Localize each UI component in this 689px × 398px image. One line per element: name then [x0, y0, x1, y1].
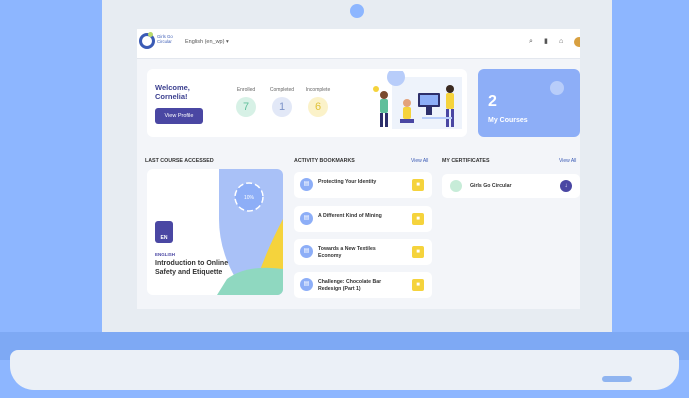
course-badge-icon: EN: [155, 221, 173, 243]
bookmark-item[interactable]: ▤ Protecting Your Identity ■: [294, 172, 432, 198]
stat-incomplete: Incomplete 6: [301, 87, 335, 117]
stat-enrolled: Enrolled 7: [229, 87, 263, 117]
bookmark-flag-icon[interactable]: ■: [412, 246, 424, 258]
logo-leaf-icon: [148, 32, 153, 37]
certificates-title: MY CERTIFICATES: [442, 158, 490, 164]
stat-value: 6: [308, 97, 328, 117]
bell-icon[interactable]: ⌂: [559, 38, 563, 46]
bookmark-flag-icon[interactable]: ■: [412, 179, 424, 191]
bookmark-title: A Different Kind of Mining: [318, 213, 382, 219]
course-title: Introduction to Online Safety and Etique…: [155, 260, 229, 276]
activity-icon: ▤: [300, 178, 313, 191]
activity-icon: ▤: [300, 245, 313, 258]
top-bar: Girls Go Circular English (en_wp) ▾ ⌕ ▮ …: [137, 29, 580, 59]
bookmarks-title: ACTIVITY BOOKMARKS: [294, 158, 355, 164]
logo-text[interactable]: Girls Go Circular: [157, 34, 179, 44]
view-profile-button[interactable]: View Profile: [155, 108, 203, 124]
welcome-title: Welcome, Cornelia!: [155, 83, 190, 101]
bookmark-flag-icon[interactable]: ■: [412, 213, 424, 225]
bookmark-title: Protecting Your Identity: [318, 179, 377, 185]
language-selector[interactable]: English (en_wp) ▾: [185, 39, 229, 45]
activity-icon: ▤: [300, 212, 313, 225]
course-progress: 10%: [244, 195, 255, 201]
stat-label: Incomplete: [305, 87, 331, 93]
app-screen: Girls Go Circular English (en_wp) ▾ ⌕ ▮ …: [137, 29, 580, 309]
stat-value: 7: [236, 97, 256, 117]
bookmark-flag-icon[interactable]: ■: [412, 279, 424, 291]
courses-count: 2: [488, 93, 497, 110]
stat-label: Enrolled: [236, 87, 256, 93]
certificate-item[interactable]: Girls Go Circular ↓: [442, 174, 580, 198]
courses-badge-icon: [550, 81, 564, 95]
search-icon[interactable]: ⌕: [529, 38, 533, 46]
welcome-card: Welcome, Cornelia! View Profile Enrolled…: [147, 69, 467, 137]
last-course-card[interactable]: 10% EN ENGLISH Introduction to Online Sa…: [147, 169, 283, 295]
stat-label: Completed: [269, 87, 295, 93]
bookmark-item[interactable]: ▤ Challenge: Chocolate Bar Redesign (Par…: [294, 272, 432, 298]
stat-completed: Completed 1: [265, 87, 299, 117]
activity-icon: ▤: [300, 278, 313, 291]
courses-label: My Courses: [488, 117, 528, 124]
bookmarks-view-all-link[interactable]: View All: [411, 158, 428, 164]
laptop-camera-notch: [350, 4, 364, 18]
my-courses-card[interactable]: 2 My Courses: [478, 69, 580, 137]
laptop-indicator: [602, 376, 632, 382]
certificates-view-all-link[interactable]: View All: [559, 158, 576, 164]
team-illustration: [373, 71, 462, 129]
certificate-icon: [450, 180, 462, 192]
course-language: ENGLISH: [155, 252, 176, 257]
user-avatar[interactable]: [574, 37, 580, 47]
bookmark-icon[interactable]: ▮: [544, 38, 548, 46]
bookmark-item[interactable]: ▤ A Different Kind of Mining ■: [294, 206, 432, 232]
bookmark-title: Challenge: Chocolate Bar Redesign (Part …: [318, 279, 382, 292]
bookmark-item[interactable]: ▤ Towards a New Textiles Economy ■: [294, 239, 432, 265]
stat-value: 1: [272, 97, 292, 117]
download-icon[interactable]: ↓: [560, 180, 572, 192]
certificate-title: Girls Go Circular: [470, 183, 512, 189]
last-course-title: LAST COURSE ACCESSED: [145, 158, 214, 164]
laptop-base: [10, 350, 679, 390]
bookmark-title: Towards a New Textiles Economy: [318, 246, 376, 259]
